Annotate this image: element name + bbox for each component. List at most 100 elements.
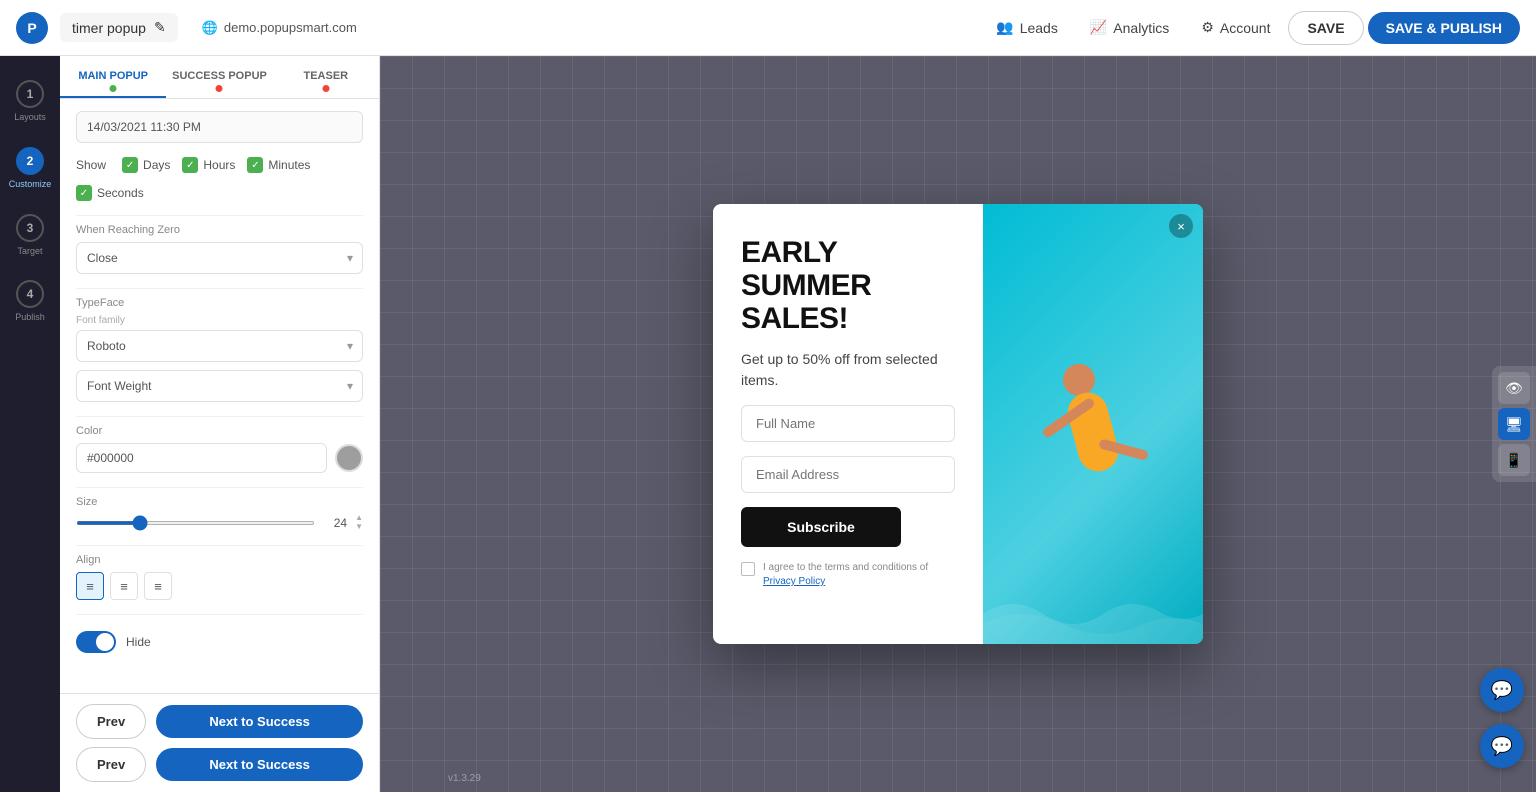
font-weight-select[interactable]: Font Weight Regular Bold Light [76, 370, 363, 402]
seconds-checkbox[interactable] [76, 185, 92, 201]
size-up-arrow[interactable]: ▲ [355, 514, 363, 522]
step-4-publish[interactable]: 4 Publish [4, 272, 56, 331]
datetime-group [76, 111, 363, 143]
main-popup-dot [110, 85, 117, 92]
size-slider[interactable] [76, 521, 315, 525]
hours-checkbox-group: Hours [182, 157, 235, 173]
tab-main-popup[interactable]: MAIN POPUP [60, 56, 166, 98]
save-button[interactable]: SAVE [1288, 11, 1363, 45]
canvas-area: × EARLY SUMMER SALES! Get up to 50% off … [380, 56, 1536, 792]
color-input[interactable] [76, 443, 327, 473]
tab-success-popup[interactable]: SUCCESS POPUP [166, 56, 272, 98]
next-to-success-button-1[interactable]: Next to Success [156, 705, 363, 738]
step-3-label: Target [17, 246, 42, 257]
when-reaching-zero-group: When Reaching Zero Close Restart Hide [76, 224, 363, 274]
popup-subtitle: Get up to 50% off from selected items. [741, 349, 955, 391]
hide-toggle[interactable] [76, 631, 116, 653]
version-label: v1.3.29 [448, 773, 481, 784]
mobile-icon[interactable]: 📱 [1498, 444, 1530, 476]
hide-row: Hide [76, 623, 363, 661]
account-nav-item[interactable]: ⚙ Account [1187, 11, 1284, 44]
when-reaching-zero-select[interactable]: Close Restart Hide [76, 242, 363, 274]
step-sidebar: 1 Layouts 2 Customize 3 Target 4 Publish [0, 56, 60, 792]
size-arrows: ▲ ▼ [355, 514, 363, 531]
save-publish-button[interactable]: SAVE & PUBLISH [1368, 12, 1520, 44]
subscribe-button[interactable]: Subscribe [741, 507, 901, 547]
leads-nav-item[interactable]: 👥 Leads [982, 11, 1072, 44]
privacy-policy-link[interactable]: Privacy Policy [763, 576, 825, 587]
minutes-label: Minutes [268, 158, 310, 172]
font-family-select[interactable]: Roboto Arial Open Sans [76, 330, 363, 362]
color-label: Color [76, 425, 363, 437]
main-layout: 1 Layouts 2 Customize 3 Target 4 Publish… [0, 56, 1536, 792]
popup-left-panel: EARLY SUMMER SALES! Get up to 50% off fr… [713, 204, 983, 644]
minutes-checkbox-group: Minutes [247, 157, 310, 173]
chat-button-2[interactable]: 💬 [1480, 724, 1524, 768]
prev-button-2[interactable]: Prev [76, 747, 146, 782]
hours-label: Hours [203, 158, 235, 172]
seconds-checkbox-group: Seconds [76, 185, 144, 201]
app-logo[interactable]: P [16, 12, 48, 44]
size-label: Size [76, 496, 363, 508]
email-input[interactable] [741, 456, 955, 493]
align-row: ≡ ≡ ≡ [76, 572, 363, 600]
size-value: 24 [323, 516, 347, 530]
hide-label: Hide [126, 635, 151, 649]
project-name-label: timer popup [72, 20, 146, 36]
step-1-label: Layouts [14, 112, 46, 123]
align-group: Align ≡ ≡ ≡ [76, 554, 363, 600]
teaser-dot [322, 85, 329, 92]
step-1-circle: 1 [16, 80, 44, 108]
panel-content: Show Days Hours Minutes Seconds [60, 99, 379, 693]
minutes-checkbox[interactable] [247, 157, 263, 173]
leads-icon: 👥 [996, 19, 1013, 36]
edit-icon: ✎ [154, 19, 166, 36]
analytics-nav-item[interactable]: 📈 Analytics [1076, 11, 1183, 44]
popup-image [983, 204, 1203, 644]
step-2-label: Customize [9, 179, 52, 190]
footer-row-2: Prev Next to Success [76, 747, 363, 782]
days-label: Days [143, 158, 170, 172]
swimmer-graphic [1014, 339, 1171, 525]
desktop-icon[interactable]: 🖥 [1498, 408, 1530, 440]
step-3-circle: 3 [16, 214, 44, 242]
seconds-label: Seconds [97, 186, 144, 200]
consent-checkbox[interactable] [741, 562, 755, 576]
success-popup-dot [216, 85, 223, 92]
days-checkbox[interactable] [122, 157, 138, 173]
hours-checkbox[interactable] [182, 157, 198, 173]
align-center-button[interactable]: ≡ [110, 572, 138, 600]
right-toolbar: 👁 🖥 📱 [1492, 366, 1536, 482]
preview-url: 🌐 demo.popupsmart.com [190, 14, 369, 42]
datetime-input[interactable] [76, 111, 363, 143]
full-name-input[interactable] [741, 405, 955, 442]
step-4-label: Publish [15, 312, 45, 323]
step-3-target[interactable]: 3 Target [4, 206, 56, 265]
align-left-button[interactable]: ≡ [76, 572, 104, 600]
panel-footer: Prev Next to Success Prev Next to Succes… [60, 693, 379, 792]
step-2-circle: 2 [16, 147, 44, 175]
popup-right-panel [983, 204, 1203, 644]
preview-icon[interactable]: 👁 [1498, 372, 1530, 404]
popup-title: EARLY SUMMER SALES! [741, 236, 955, 335]
consent-text: I agree to the terms and conditions of P… [763, 561, 955, 589]
toggle-knob [96, 633, 114, 651]
color-swatch[interactable] [335, 444, 363, 472]
step-2-customize[interactable]: 2 Customize [4, 139, 56, 198]
step-1-layouts[interactable]: 1 Layouts [4, 72, 56, 131]
project-name-field[interactable]: timer popup ✎ [60, 13, 178, 42]
typeface-label: TypeFace [76, 297, 363, 309]
consent-row: I agree to the terms and conditions of P… [741, 561, 955, 589]
step-4-circle: 4 [16, 280, 44, 308]
size-group: Size 24 ▲ ▼ [76, 496, 363, 531]
align-right-button[interactable]: ≡ [144, 572, 172, 600]
popup-close-button[interactable]: × [1169, 214, 1193, 238]
topbar: P timer popup ✎ 🌐 demo.popupsmart.com 👥 … [0, 0, 1536, 56]
tab-teaser[interactable]: TEASER [273, 56, 379, 98]
size-down-arrow[interactable]: ▼ [355, 523, 363, 531]
analytics-icon: 📈 [1090, 19, 1107, 36]
prev-button-1[interactable]: Prev [76, 704, 146, 739]
next-to-success-button-2[interactable]: Next to Success [156, 748, 363, 781]
show-row: Show Days Hours Minutes Seconds [76, 157, 363, 201]
chat-button-1[interactable]: 💬 [1480, 668, 1524, 712]
